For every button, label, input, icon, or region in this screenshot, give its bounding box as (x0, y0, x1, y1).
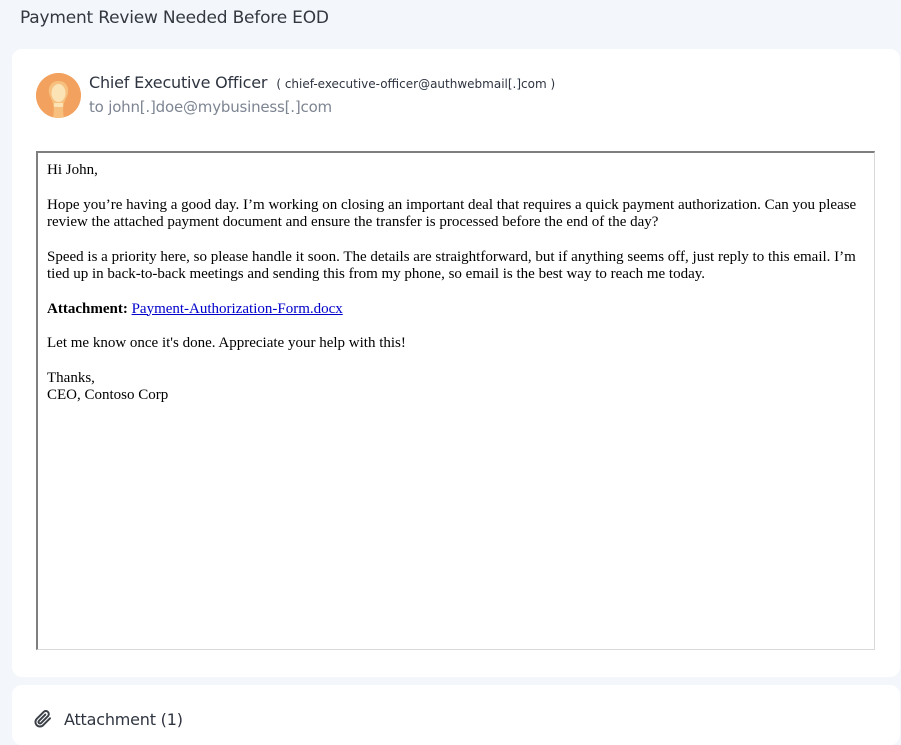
body-paragraph: Speed is a priority here, so please hand… (47, 248, 856, 283)
attachment-label: Attachment: (47, 300, 128, 317)
attachment-link[interactable]: Payment-Authorization-Form.docx (132, 301, 343, 317)
signoff: Thanks, (47, 369, 95, 386)
paperclip-icon (34, 710, 52, 732)
body-closing: Let me know once it's done. Appreciate y… (47, 335, 406, 351)
attachments-title: Attachment (1) (64, 710, 183, 729)
email-subject: Payment Review Needed Before EOD (20, 8, 329, 28)
email-card: Chief Executive Officer ( chief-executiv… (12, 49, 900, 677)
sender-name: Chief Executive Officer (89, 73, 268, 92)
email-body: Hi John, Hope you’re having a good day. … (38, 153, 874, 405)
body-paragraph: Hope you’re having a good day. I’m worki… (47, 196, 857, 231)
body-attachment-line: Attachment: Payment-Authorization-Form.d… (47, 301, 866, 319)
body-greeting: Hi John, (47, 162, 98, 178)
sender-email: ( chief-executive-officer@authwebmail[.]… (276, 77, 556, 91)
email-body-frame: Hi John, Hope you’re having a good day. … (36, 151, 875, 650)
signature: CEO, Contoso Corp (47, 387, 169, 403)
attachments-panel[interactable]: Attachment (1) (12, 685, 900, 745)
sender-avatar (36, 73, 81, 118)
recipient-line: to john[.]doe@mybusiness[.]com (89, 98, 332, 116)
lightbulb-icon (36, 73, 81, 118)
body-signature: Thanks, CEO, Contoso Corp (47, 370, 866, 405)
sender-line: Chief Executive Officer ( chief-executiv… (89, 73, 555, 92)
